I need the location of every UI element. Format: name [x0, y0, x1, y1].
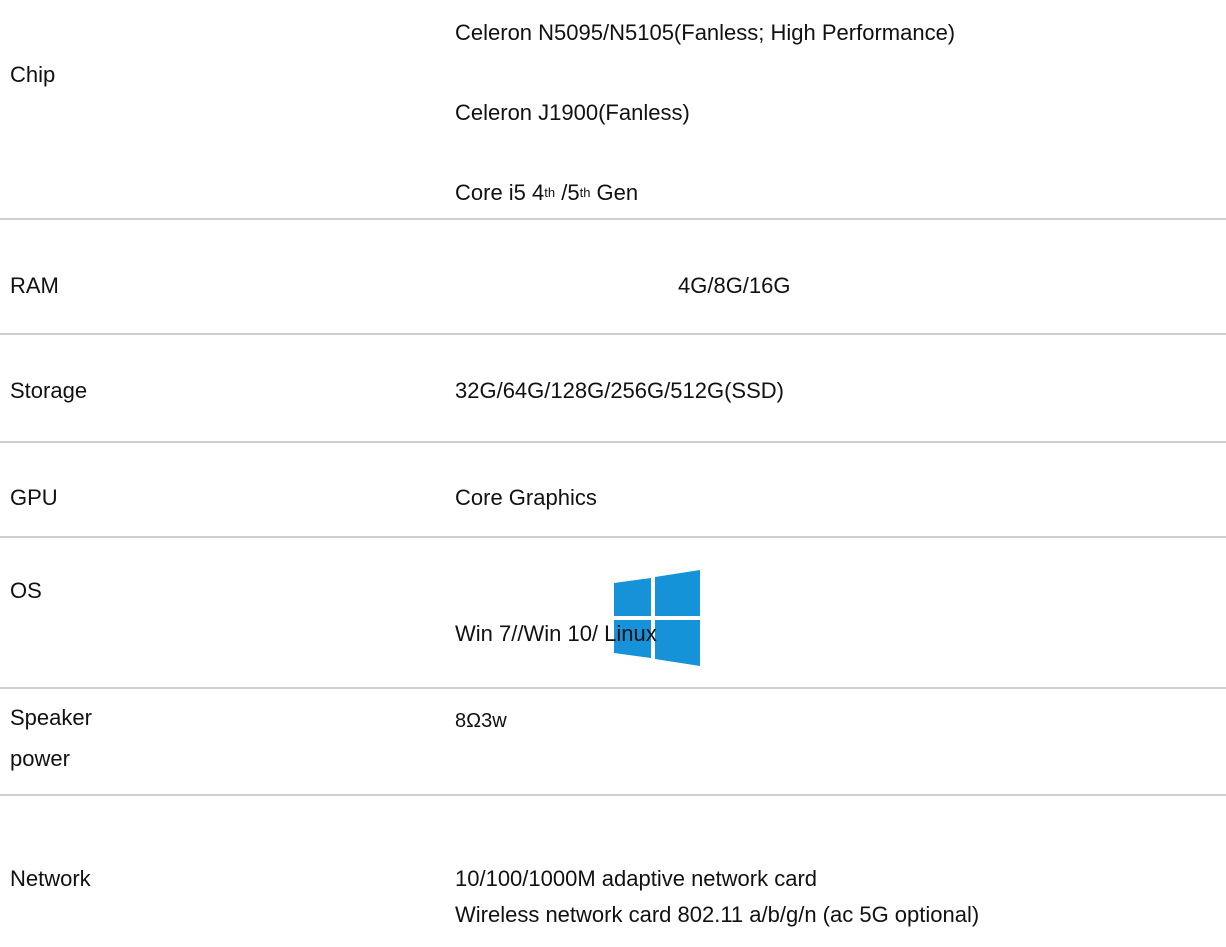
spec-value-os: Win 7//Win 10/ Linux [455, 621, 657, 646]
row-divider [0, 687, 1226, 689]
chip-core-sup-1: th [544, 185, 556, 200]
spec-table: Chip Celeron N5095/N5105(Fanless; High P… [0, 0, 1226, 947]
spec-label-speaker-line-1: Speaker [10, 705, 92, 730]
chip-core-middle: /5 [555, 180, 580, 205]
spec-value-storage: 32G/64G/128G/256G/512G(SSD) [455, 378, 784, 403]
spec-value-chip-1: Celeron N5095/N5105(Fanless; High Perfor… [455, 20, 956, 45]
chip-core-prefix: Core i5 4 [455, 180, 545, 205]
spec-value-network-1: 10/100/1000M adaptive network card [455, 866, 818, 891]
spec-value-ram: 4G/8G/16G [678, 273, 791, 298]
spec-value-gpu: Core Graphics [455, 485, 597, 510]
row-divider [0, 218, 1226, 220]
spec-label-storage: Storage [10, 378, 88, 403]
row-divider [0, 333, 1226, 335]
spec-value-chip-2: Celeron J1900(Fanless) [455, 100, 690, 125]
spec-label-chip: Chip [10, 62, 56, 87]
row-divider [0, 794, 1226, 796]
windows-logo-pane-bottom-right [655, 620, 700, 666]
chip-core-suffix: Gen [590, 180, 639, 205]
windows-logo-pane-top-left [614, 578, 651, 616]
row-divider [0, 536, 1226, 538]
row-divider [0, 441, 1226, 443]
spec-label-gpu: GPU [10, 485, 58, 510]
spec-value-network-2: Wireless network card 802.11 a/b/g/n (ac… [455, 902, 980, 927]
spec-label-ram: RAM [10, 273, 59, 298]
chip-core-sup-2: th [579, 185, 591, 200]
windows-logo-pane-top-right [655, 570, 700, 616]
spec-label-network: Network [10, 866, 91, 891]
windows-logo-icon [614, 570, 700, 666]
spec-label-os: OS [10, 578, 42, 603]
spec-value-chip-3: Core i5 4th /5th Gen [455, 180, 638, 206]
spec-label-speaker-line-2: power [10, 746, 70, 771]
spec-value-speaker: 8Ω3w [455, 710, 507, 732]
